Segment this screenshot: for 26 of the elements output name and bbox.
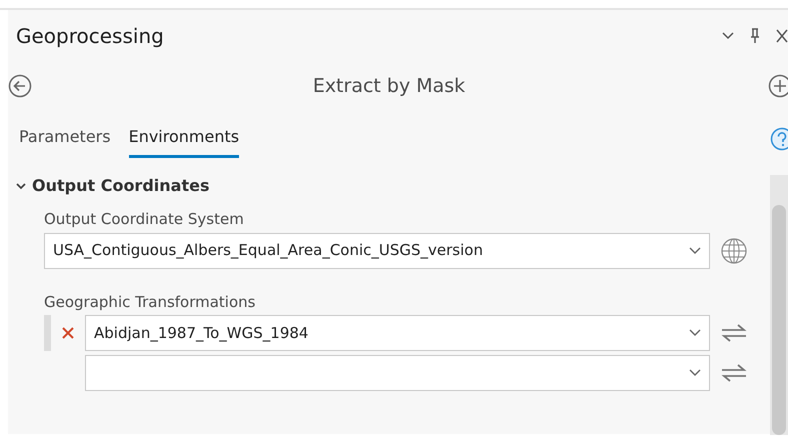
chevron-down-icon bbox=[689, 246, 701, 254]
row-marker bbox=[44, 315, 51, 351]
chevron-down-icon[interactable] bbox=[722, 32, 734, 40]
chevron-down-icon bbox=[689, 329, 701, 337]
pane-title: Geoprocessing bbox=[16, 23, 164, 50]
chevron-down-icon bbox=[689, 369, 701, 377]
section-title: Output Coordinates bbox=[32, 175, 210, 197]
field-label: Output Coordinate System bbox=[44, 209, 245, 230]
tool-title: Extract by Mask bbox=[312, 74, 466, 99]
dropdown-field[interactable] bbox=[85, 355, 710, 391]
back-icon[interactable] bbox=[8, 74, 32, 98]
add-icon[interactable] bbox=[768, 74, 788, 98]
dropdown-field[interactable]: USA_Contiguous_Albers_Equal_Area_Conic_USGS_version bbox=[44, 232, 710, 268]
globe-icon[interactable] bbox=[720, 236, 748, 264]
help-icon[interactable] bbox=[770, 127, 788, 151]
chevron-down-icon[interactable] bbox=[16, 181, 26, 191]
field-label: Geographic Transformations bbox=[44, 292, 256, 312]
dropdown-field[interactable]: Abidjan_1987_To_WGS_1984 bbox=[85, 315, 710, 351]
tab[interactable]: Environments bbox=[128, 120, 240, 158]
swap-arrows-icon[interactable] bbox=[720, 363, 748, 383]
close-icon[interactable] bbox=[776, 29, 788, 43]
tab[interactable]: Parameters bbox=[19, 120, 111, 158]
pin-icon[interactable] bbox=[750, 28, 760, 44]
scrollbar-thumb[interactable] bbox=[772, 205, 786, 435]
swap-arrows-icon[interactable] bbox=[720, 323, 748, 343]
remove-icon[interactable] bbox=[61, 326, 75, 340]
